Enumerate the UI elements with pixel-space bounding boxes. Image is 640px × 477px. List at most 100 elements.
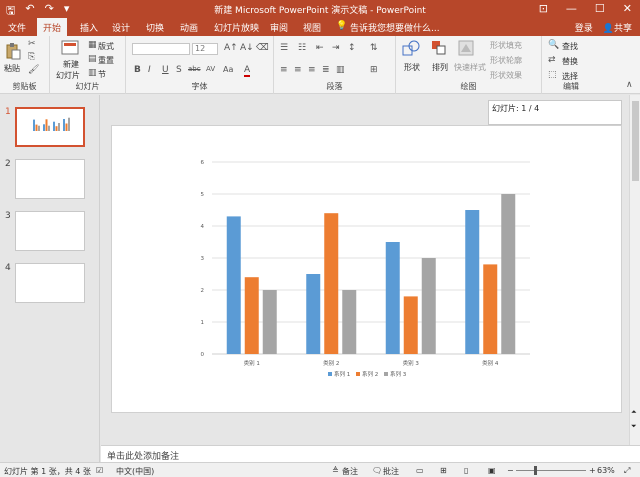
status-bar: 幻灯片 第 1 张，共 4 张 ☑ 中文(中国) ≜ 备注 🗨 批注 ▭ ⊞ ▯… <box>0 462 640 477</box>
bar-3-1 <box>262 290 277 354</box>
format-painter-icon[interactable]: 🖌 <box>28 65 39 75</box>
bullets-icon[interactable]: ☰ <box>280 43 288 53</box>
zoom-slider[interactable] <box>516 470 586 471</box>
ribbon-tabs: 文件 开始 插入 设计 切换 动画 幻灯片放映 审阅 视图 💡 告诉我您想要做什… <box>0 18 640 36</box>
tell-me-box[interactable]: 告诉我您想要做什么... <box>350 21 440 34</box>
collapse-ribbon-icon[interactable]: ∧ <box>626 80 633 90</box>
increase-indent-icon[interactable]: ⇥ <box>332 43 340 53</box>
section-button[interactable]: 节 <box>98 69 106 80</box>
legend-swatch <box>356 372 360 376</box>
slideshow-view-icon[interactable]: ▣ <box>488 466 496 475</box>
reading-view-icon[interactable]: ▯ <box>464 466 468 475</box>
copy-icon[interactable]: ⎘ <box>28 52 35 62</box>
underline-button[interactable]: U <box>162 65 169 75</box>
arrange-button[interactable]: 排列 <box>432 62 448 73</box>
columns-icon[interactable]: ▥ <box>336 65 345 75</box>
shapes-button[interactable]: 形状 <box>404 62 420 73</box>
new-slide-icon[interactable] <box>61 40 79 56</box>
clear-format-icon[interactable]: ⌫ <box>256 43 269 53</box>
sign-in-link[interactable]: 登录 <box>575 21 593 34</box>
zoom-slider-handle[interactable] <box>534 466 537 475</box>
numbering-icon[interactable]: ☷ <box>298 43 306 53</box>
comments-button[interactable]: 批注 <box>383 466 399 477</box>
bar-1-1 <box>226 216 241 354</box>
notes-button[interactable]: 备注 <box>342 466 358 477</box>
italic-button[interactable]: I <box>148 65 151 75</box>
font-name-combo[interactable] <box>132 43 190 55</box>
slide-thumbnail-3[interactable] <box>15 211 85 251</box>
tab-review[interactable]: 审阅 <box>270 21 288 34</box>
share-button[interactable]: 👤共享 <box>603 21 632 34</box>
replace-icon: ⇄ <box>548 55 556 65</box>
tab-insert[interactable]: 插入 <box>80 21 98 34</box>
close-button[interactable]: ✕ <box>623 2 632 15</box>
replace-button[interactable]: 替换 <box>562 56 578 67</box>
shape-outline-button[interactable]: 形状轮廓 <box>490 55 522 66</box>
fit-to-window-icon[interactable]: ⤢ <box>624 466 630 476</box>
bar-2-4 <box>483 264 498 354</box>
align-center-icon[interactable]: ≡ <box>294 65 302 75</box>
quick-styles-icon[interactable] <box>458 40 474 56</box>
slide-canvas[interactable]: 0 1 2 3 4 5 6 类别 1 类别 2 类别 3 类别 4 系列 1 系列 2 系列 3 <box>111 125 622 413</box>
spelling-icon[interactable]: ☑ <box>96 466 103 475</box>
tab-animations[interactable]: 动画 <box>180 21 198 34</box>
align-right-icon[interactable]: ≡ <box>308 65 316 75</box>
tab-home[interactable]: 开始 <box>37 18 68 36</box>
lightbulb-icon: 💡 <box>336 21 348 31</box>
shadow-button[interactable]: S <box>176 65 182 75</box>
tab-view[interactable]: 视图 <box>303 21 321 34</box>
zoom-out-button[interactable]: − <box>507 466 514 475</box>
notes-icon: ≜ <box>332 466 339 475</box>
arrange-icon[interactable] <box>431 40 447 56</box>
bar-3-2 <box>342 290 357 354</box>
decrease-indent-icon[interactable]: ⇤ <box>316 43 324 53</box>
bold-button[interactable]: B <box>134 65 141 75</box>
normal-view-icon[interactable]: ▭ <box>416 466 424 475</box>
vertical-scrollbar[interactable]: ⏶ ⏷ <box>629 95 640 445</box>
change-case-button[interactable]: Aa <box>223 65 233 74</box>
zoom-in-button[interactable]: + <box>589 466 596 475</box>
shape-fill-button[interactable]: 形状填充 <box>490 40 522 51</box>
strikethrough-button[interactable]: abc <box>188 65 201 73</box>
tab-transitions[interactable]: 切换 <box>146 21 164 34</box>
slide-thumbnail-1[interactable] <box>15 107 85 147</box>
line-spacing-icon[interactable]: ↕ <box>348 43 356 53</box>
char-spacing-button[interactable]: AV <box>206 65 215 73</box>
paste-icon[interactable] <box>5 42 21 60</box>
grow-font-icon[interactable]: A↑ <box>224 43 238 53</box>
thumbnail-number: 2 <box>5 159 11 169</box>
next-slide-icon[interactable]: ⏷ <box>631 422 637 431</box>
zoom-level[interactable]: 63% <box>597 466 615 475</box>
maximize-button[interactable]: ☐ <box>595 2 605 15</box>
cut-icon[interactable]: ✂ <box>28 39 36 49</box>
language-indicator[interactable]: 中文(中国) <box>116 466 154 477</box>
slide-sorter-icon[interactable]: ⊞ <box>440 466 447 475</box>
tab-design[interactable]: 设计 <box>112 21 130 34</box>
ribbon-display-options-icon[interactable]: ⊡ <box>539 2 548 15</box>
scrollbar-thumb[interactable] <box>632 101 639 181</box>
reset-button[interactable]: 重置 <box>98 55 114 66</box>
paste-button[interactable]: 粘贴 <box>4 63 20 74</box>
tab-slideshow[interactable]: 幻灯片放映 <box>214 21 259 34</box>
prev-slide-icon[interactable]: ⏶ <box>631 408 637 417</box>
justify-icon[interactable]: ≣ <box>322 65 330 75</box>
layout-button[interactable]: 版式 <box>98 41 114 52</box>
bar-1-3 <box>385 242 400 354</box>
slide-thumbnail-4[interactable] <box>15 263 85 303</box>
shapes-icon[interactable] <box>402 40 420 56</box>
column-chart[interactable]: 0 1 2 3 4 5 6 类别 1 类别 2 类别 3 类别 4 系列 1 系列 2 系列 3 <box>112 126 623 414</box>
minimize-button[interactable]: — <box>566 2 577 15</box>
shrink-font-icon[interactable]: A↓ <box>240 43 254 53</box>
font-size-combo[interactable]: 12 <box>192 43 218 55</box>
font-color-button[interactable]: A <box>244 65 251 77</box>
shape-effects-button[interactable]: 形状效果 <box>490 70 522 81</box>
align-left-icon[interactable]: ≡ <box>280 65 288 75</box>
quick-styles-button[interactable]: 快速样式 <box>454 62 486 73</box>
notes-pane[interactable]: 单击此处添加备注 <box>101 445 640 462</box>
tab-file[interactable]: 文件 <box>8 21 26 34</box>
smartart-icon[interactable]: ⊞ <box>370 65 378 75</box>
slide-thumbnail-2[interactable] <box>15 159 85 199</box>
find-button[interactable]: 查找 <box>562 41 578 52</box>
new-slide-button[interactable]: 新建 <box>63 59 79 70</box>
text-direction-icon[interactable]: ⇅ <box>370 43 378 53</box>
